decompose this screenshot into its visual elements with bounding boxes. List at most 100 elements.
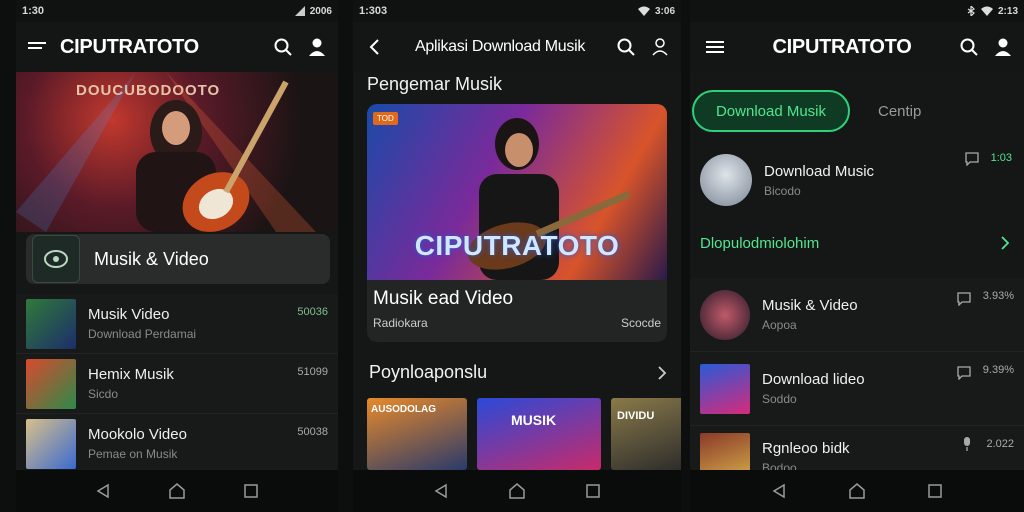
item-count: 51099 [297, 366, 328, 378]
menu-icon[interactable] [704, 36, 726, 58]
wifi-icon [980, 6, 993, 16]
list-item[interactable]: Musik Video Download Perdamai 50036 [16, 294, 338, 354]
list-item[interactable]: Hemix Musik Sicdo 51099 [16, 354, 338, 414]
nav-home-icon[interactable] [508, 482, 526, 500]
app-title: CIPUTRATOTO [772, 35, 912, 58]
search-icon[interactable] [615, 36, 637, 58]
app-bar: CIPUTRATOTO [690, 22, 1024, 72]
battery-text: 2:13 [997, 5, 1018, 17]
system-nav-bar [353, 470, 681, 512]
tab-row: Download Musik Centip [690, 72, 1024, 132]
menu-icon[interactable] [26, 36, 48, 58]
status-time: 1:303 [359, 5, 388, 17]
system-nav-bar [690, 470, 1024, 512]
nav-back-icon[interactable] [433, 483, 449, 499]
profile-icon[interactable] [992, 36, 1014, 58]
list-item[interactable]: Musik & Video Aopoa 3.93% [690, 278, 1024, 352]
item-title: Rgnleoo bidk [762, 440, 850, 457]
nav-back-icon[interactable] [95, 483, 111, 499]
comment-icon[interactable] [964, 152, 979, 166]
nav-recents-icon[interactable] [243, 483, 259, 499]
item-count: 1:03 [990, 152, 1012, 164]
avatar [700, 154, 752, 206]
list-item[interactable]: Mookolo Video Pemae on Musik 50038 [16, 414, 338, 474]
profile-icon[interactable] [649, 36, 671, 58]
section-heading: Pengemar Musik [367, 74, 503, 94]
search-icon[interactable] [958, 36, 980, 58]
item-subtitle: Bicodo [764, 183, 801, 198]
back-icon[interactable] [363, 36, 385, 58]
status-bar: 1:303 3:06 [353, 0, 681, 22]
nav-back-icon[interactable] [771, 483, 787, 499]
bluetooth-icon [967, 6, 975, 16]
chevron-right-icon[interactable] [1000, 236, 1010, 250]
profile-icon[interactable] [306, 36, 328, 58]
comment-icon[interactable] [957, 292, 971, 306]
section-link[interactable]: Dlopulodmiolohim [700, 235, 819, 252]
tile[interactable]: AUSODOLAG [367, 398, 467, 470]
featured-video-card[interactable]: TOD CIPUTRATOTO Musik ead Video Radiokar… [367, 104, 667, 342]
mic-icon[interactable] [960, 436, 974, 452]
thumbnail [700, 289, 750, 340]
thumbnail [26, 298, 76, 349]
item-count: 50038 [297, 426, 328, 438]
system-nav-bar [16, 470, 338, 512]
tile[interactable]: MUSIK [477, 398, 601, 470]
nav-recents-icon[interactable] [927, 483, 943, 499]
tab-download-musik[interactable]: Download Musik [692, 90, 850, 132]
nav-home-icon[interactable] [848, 482, 866, 500]
top-item[interactable]: Download Music Bicodo 1:03 [690, 132, 1024, 214]
list-item[interactable]: Download lideo Soddo 9.39% [690, 352, 1024, 426]
item-subtitle: Download Perdamai [88, 327, 197, 341]
video-thumbnail: TOD CIPUTRATOTO [367, 104, 667, 280]
hero-banner[interactable]: DOUCUBODOOTO [16, 72, 338, 232]
status-bar: 2:13 [690, 0, 1024, 22]
media-list: Musik Video Download Perdamai 50036 Hemix… [16, 294, 338, 474]
tile[interactable]: DIVIDU [611, 398, 681, 470]
section-link-row[interactable]: Dlopulodmiolohim [690, 214, 1024, 264]
app-bar: Aplikasi Download Musik [353, 22, 681, 72]
item-title: Download Music [764, 162, 875, 180]
nav-home-icon[interactable] [168, 482, 186, 500]
chevron-right-icon[interactable] [657, 365, 667, 380]
battery-text: 3:06 [654, 5, 675, 17]
guitarist-illustration [16, 72, 316, 232]
tile-label: DIVIDU [617, 410, 655, 422]
app-title: Aplikasi Download Musik [414, 38, 586, 55]
phone-screen-home: 1:30 2006 CIPUTRATOTO DOUCUBODOOTO Musik… [16, 0, 338, 512]
comment-icon[interactable] [957, 366, 971, 380]
item-subtitle: Sicdo [88, 387, 119, 401]
status-icons: 2:13 [966, 6, 1018, 17]
video-channel: Radiokara [373, 316, 428, 330]
tab-centip[interactable]: Centip [878, 103, 921, 120]
thumbnail [700, 363, 750, 414]
status-bar: 1:30 2006 [16, 0, 338, 22]
nav-recents-icon[interactable] [585, 483, 601, 499]
media-list: Musik & Video Aopoa 3.93% Download lideo S… [690, 278, 1024, 490]
screenshot-collage: 1:30 2006 CIPUTRATOTO DOUCUBODOOTO Musik… [0, 0, 1024, 512]
thumbnail [26, 358, 76, 409]
battery-text: 2006 [309, 5, 332, 17]
item-subtitle: Soddo [762, 392, 797, 406]
video-title: Musik ead Video [373, 288, 514, 309]
card-label: Musik & Video [94, 248, 209, 269]
featured-card[interactable]: Musik & Video [26, 234, 330, 284]
card-logo-icon [32, 235, 80, 283]
section-header-row[interactable]: Poynloaponslu [353, 362, 681, 383]
item-count: 50036 [297, 306, 328, 318]
item-count: 2.022 [986, 438, 1014, 450]
phone-screen-download: 1:303 3:06 Aplikasi Download Musik Penge… [353, 0, 681, 512]
item-count: 3.93% [982, 290, 1014, 302]
tile-label: MUSIK [511, 412, 557, 428]
item-subtitle: Aopoa [762, 318, 797, 332]
app-bar: CIPUTRATOTO [16, 22, 338, 72]
item-title: Musik & Video [762, 297, 858, 314]
item-count: 9.39% [982, 364, 1014, 376]
app-title: CIPUTRATOTO [60, 35, 199, 58]
video-meta: Scocde [620, 316, 661, 330]
status-icons: 3:06 [637, 5, 675, 17]
section-heading: Poynloaponslu [369, 362, 488, 382]
search-icon[interactable] [272, 36, 294, 58]
item-subtitle: Pemae on Musik [88, 447, 178, 461]
thumbnail [26, 418, 76, 469]
